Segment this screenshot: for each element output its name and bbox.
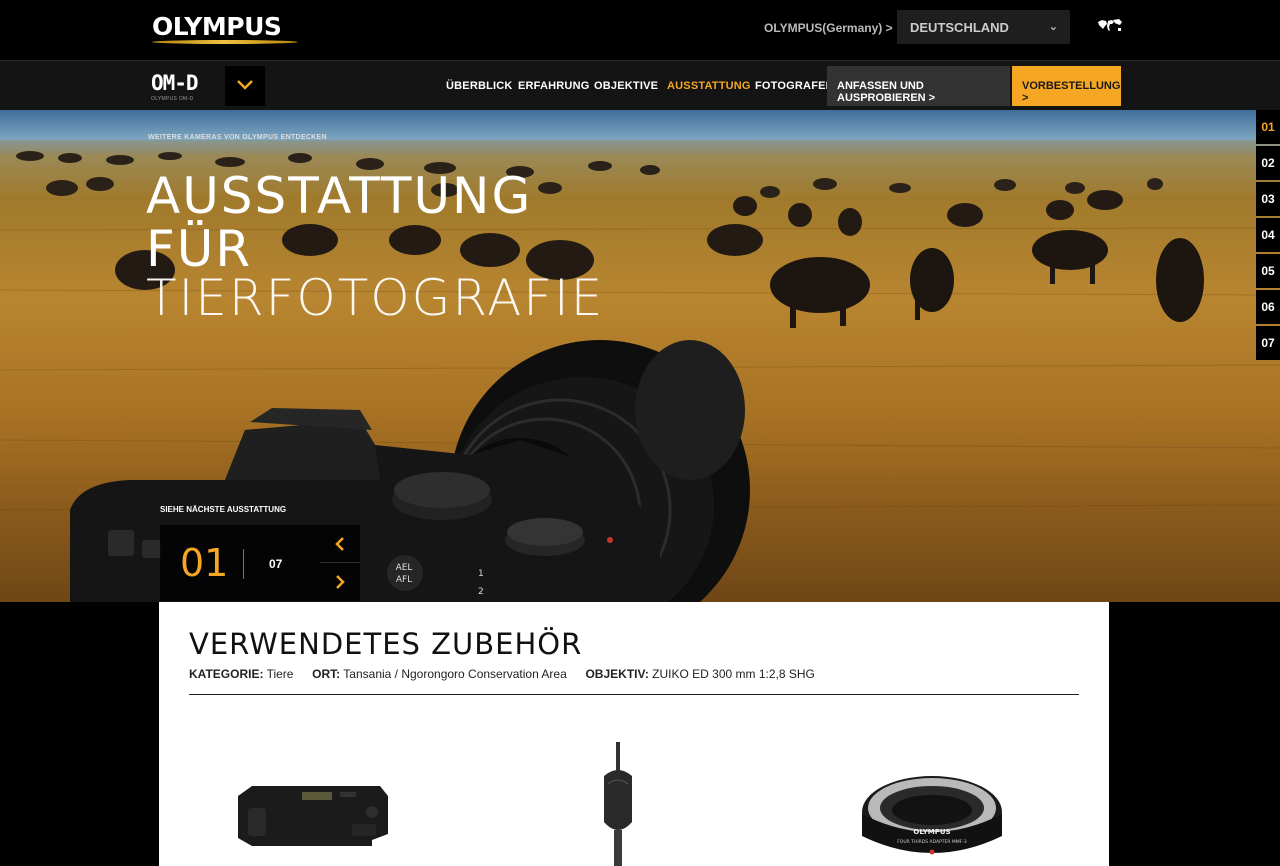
location-label: ORT:	[312, 667, 341, 681]
chevron-left-icon	[335, 537, 344, 551]
side-page-04[interactable]: 04	[1256, 218, 1280, 252]
lens-label: OBJEKTIV:	[585, 667, 649, 681]
logo-swoosh	[152, 40, 298, 44]
side-page-02[interactable]: 02	[1256, 146, 1280, 180]
hero-title-line1: AUSSTATTUNG	[146, 167, 533, 225]
battery-grip-image[interactable]	[232, 782, 390, 852]
camera-menu-toggle[interactable]	[225, 66, 265, 106]
country-select-value: DEUTSCHLAND	[910, 20, 1009, 35]
nav-item-fotografen[interactable]: FOTOGRAFEN	[755, 80, 834, 92]
lens-value: ZUIKO ED 300 mm 1:2,8 SHG	[652, 667, 815, 681]
next-slide-button[interactable]	[320, 563, 360, 601]
nav-item-erfahrung[interactable]: ERFAHRUNG	[518, 80, 589, 92]
omd-logo-sub: OLYMPUS OM-D	[151, 96, 194, 102]
nav-item-ausstattung[interactable]: AUSSTATTUNG	[667, 80, 751, 92]
ael-label: AEL	[396, 563, 413, 573]
discover-cameras-link[interactable]: WEITERE KAMERAS VON OLYMPUS ENTDECKEN	[148, 134, 327, 141]
side-page-03[interactable]: 03	[1256, 182, 1280, 216]
slide-counter: 01 07	[160, 525, 360, 601]
accessories-panel: VERWENDETES ZUBEHÖR KATEGORIE: Tiere ORT…	[159, 602, 1109, 866]
world-map-icon[interactable]	[1097, 18, 1123, 34]
nav-item-objektive[interactable]: OBJEKTIVE	[594, 80, 658, 92]
next-equipment-label: SIEHE NÄCHSTE AUSSTATTUNG	[160, 505, 287, 514]
afl-label: AFL	[396, 575, 412, 585]
side-page-01[interactable]: 01	[1256, 110, 1280, 144]
main-nav: OM-D OLYMPUS OM-D ÜBERBLICK ERFAHRUNG OB…	[0, 60, 1280, 110]
accessories-title: VERWENDETES ZUBEHÖR	[189, 627, 583, 661]
chevron-down-icon: ⌄	[1048, 21, 1058, 33]
slide-total: 07	[269, 557, 283, 571]
olympus-logo[interactable]: OLYMPUS	[152, 12, 282, 41]
top-bar: OLYMPUS OLYMPUS(Germany) > DEUTSCHLAND ⌄	[0, 0, 1280, 60]
chevron-down-icon	[237, 80, 253, 90]
prev-slide-button[interactable]	[320, 525, 360, 563]
adapter-brand-label: OLYMPUS	[913, 828, 950, 836]
hand-strap-image[interactable]	[592, 742, 642, 866]
shot-metadata: KATEGORIE: Tiere ORT: Tansania / Ngorong…	[189, 667, 815, 681]
side-page-07[interactable]: 07	[1256, 326, 1280, 360]
omd-logo[interactable]: OM-D	[151, 71, 199, 95]
preorder-button[interactable]: VORBESTELLUNG >	[1012, 66, 1121, 106]
side-page-05[interactable]: 05	[1256, 254, 1280, 288]
chevron-right-icon	[336, 575, 345, 589]
side-pager: 01 02 03 04 05 06 07	[1256, 110, 1280, 362]
nav-item-ueberblick[interactable]: ÜBERBLICK	[446, 80, 513, 92]
hero-title-line2: FÜR	[146, 220, 253, 278]
side-page-06[interactable]: 06	[1256, 290, 1280, 324]
four-thirds-adapter-image[interactable]: OLYMPUS FOUR THIRDS ADAPTER MMF-3	[859, 772, 1005, 862]
category-value: Tiere	[266, 667, 294, 681]
divider	[189, 694, 1079, 695]
fn1-label: 1	[478, 569, 484, 579]
category-label: KATEGORIE:	[189, 667, 264, 681]
try-out-button[interactable]: ANFASSEN UND AUSPROBIEREN >	[827, 66, 1010, 106]
adapter-model-label: FOUR THIRDS ADAPTER MMF-3	[897, 839, 967, 845]
fn2-label: 2	[478, 587, 484, 597]
region-link[interactable]: OLYMPUS(Germany) >	[764, 21, 893, 35]
location-value: Tansania / Ngorongoro Conservation Area	[343, 667, 567, 681]
hero-title-line3: TIERFOTOGRAFIE	[146, 269, 605, 327]
counter-divider	[243, 549, 244, 579]
country-select[interactable]: DEUTSCHLAND ⌄	[897, 10, 1070, 44]
slide-current: 01	[180, 541, 229, 585]
